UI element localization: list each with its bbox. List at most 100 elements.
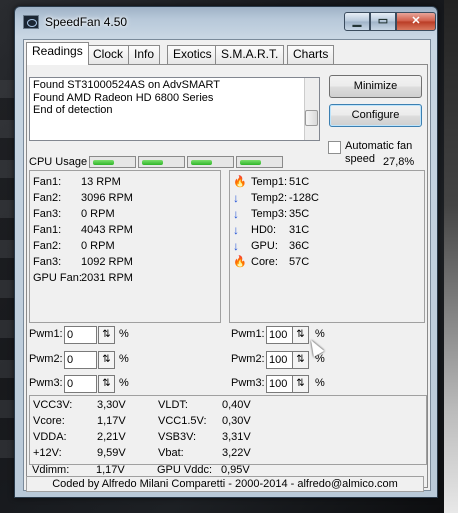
- fan-value: 0 RPM: [81, 208, 115, 220]
- fan-name: GPU Fan:: [33, 272, 82, 284]
- tab-info[interactable]: Info: [128, 45, 161, 64]
- voltage-name: VSB3V:: [158, 431, 197, 443]
- tab-charts[interactable]: Charts: [287, 45, 335, 64]
- readings-panel: Found ST31000524AS on AdvSMART Found AMD…: [26, 64, 428, 488]
- detection-log[interactable]: Found ST31000524AS on AdvSMART Found AMD…: [29, 77, 320, 141]
- configure-button[interactable]: Configure: [329, 104, 422, 127]
- temp-name: Temp2:: [251, 192, 288, 204]
- fan-row: Fan2: 0 RPM: [33, 239, 115, 253]
- tab-clock[interactable]: Clock: [87, 45, 130, 64]
- fan-value: 3096 RPM: [81, 192, 133, 204]
- tab-exotics[interactable]: Exotics: [167, 45, 218, 64]
- voltage-value: 9,59V: [97, 447, 126, 459]
- voltage-name: VLDT:: [158, 399, 188, 411]
- percent-sign: %: [119, 377, 129, 389]
- fan-row: Fan3: 1092 RPM: [33, 255, 133, 269]
- pwm1-left-spinner[interactable]: ⇅: [98, 326, 115, 344]
- pwm3-left-label: Pwm3:: [29, 377, 63, 389]
- temp-name: Temp1:: [251, 176, 288, 188]
- voltage-row: Vbat: 3,22V: [158, 446, 251, 460]
- temp-value: -128C: [289, 192, 319, 204]
- voltage-row: Vdimm: 1,17V: [32, 463, 125, 477]
- voltage-row: GPU Vddc: 0,95V: [157, 463, 250, 477]
- fan-row: Fan3: 0 RPM: [33, 207, 115, 221]
- cpu-core-bar: [187, 156, 234, 168]
- automatic-fan-speed-checkbox[interactable]: [328, 141, 341, 154]
- fan-row: GPU Fan: 2031 RPM: [33, 271, 133, 285]
- temp-row: ↓ HD0: 31C: [233, 223, 309, 237]
- arrow-down-icon: ↓: [233, 223, 239, 237]
- desktop-background-left: [0, 80, 14, 480]
- minimize-window-button[interactable]: ▁: [344, 12, 370, 31]
- pwm1-left-label: Pwm1:: [29, 328, 63, 340]
- maximize-window-button[interactable]: ▭: [370, 12, 396, 31]
- voltage-row: +12V: 9,59V: [33, 446, 126, 460]
- pwm2-left-input[interactable]: 0: [64, 351, 97, 369]
- pwm1-left-input[interactable]: 0: [64, 326, 97, 344]
- voltage-value: 0,95V: [221, 464, 250, 476]
- voltage-row: VSB3V: 3,31V: [158, 430, 251, 444]
- arrow-down-icon: ↓: [233, 207, 239, 221]
- voltage-name: VCC1.5V:: [158, 415, 207, 427]
- minimize-icon: ▁: [352, 15, 362, 27]
- temp-value: 57C: [289, 256, 310, 268]
- voltage-value: 3,30V: [97, 399, 126, 411]
- tab-smart[interactable]: S.M.A.R.T.: [215, 45, 285, 64]
- fan-speeds-group: Fan1: 13 RPM Fan2: 3096 RPM Fan3: 0 RPM Fan…: [29, 170, 221, 323]
- log-scrollbar[interactable]: [304, 78, 319, 140]
- voltage-row: VCC1.5V: 0,30V: [158, 414, 251, 428]
- cpu-core-bar-fill: [93, 160, 114, 165]
- temp-value: 35C: [289, 208, 310, 220]
- pwm2-right-spinner[interactable]: ⇅: [292, 351, 309, 369]
- close-window-button[interactable]: ✕: [396, 12, 436, 31]
- voltages-group: VCC3V: 3,30V Vcore: 1,17V VDDA: 2,21V +12V:…: [29, 395, 427, 465]
- cpu-core-bar: [89, 156, 136, 168]
- arrow-down-icon: ↓: [233, 239, 239, 253]
- voltage-name: GPU Vddc:: [157, 464, 213, 476]
- pwm3-right-spinner[interactable]: ⇅: [292, 375, 309, 393]
- pwm3-right-label: Pwm3:: [231, 377, 265, 389]
- voltage-row: VCC3V: 3,30V: [33, 398, 126, 412]
- fan-name: Fan1:: [33, 224, 62, 236]
- voltage-name: VDDA:: [33, 431, 67, 443]
- minimize-button[interactable]: Minimize: [329, 75, 422, 98]
- cpu-core-bar-fill: [191, 160, 212, 165]
- temp-name: GPU:: [251, 240, 278, 252]
- voltage-name: +12V:: [33, 447, 62, 459]
- speedfan-window: SpeedFan 4.50 ▁ ▭ ✕ Readings Clock Info …: [14, 6, 438, 498]
- voltage-value: 1,17V: [96, 464, 125, 476]
- voltage-name: Vcore:: [33, 415, 65, 427]
- fan-value: 2031 RPM: [81, 272, 133, 284]
- voltage-row: Vcore: 1,17V: [33, 414, 126, 428]
- credits-bar: Coded by Alfredo Milani Comparetti - 200…: [26, 476, 424, 492]
- temp-row: ↓ Temp3: 35C: [233, 207, 309, 221]
- temp-row: ↓ Temp2: -128C: [233, 191, 319, 205]
- fan-row: Fan2: 3096 RPM: [33, 191, 133, 205]
- pwm2-left-spinner[interactable]: ⇅: [98, 351, 115, 369]
- pwm3-left-spinner[interactable]: ⇅: [98, 375, 115, 393]
- pwm2-left-label: Pwm2:: [29, 353, 63, 365]
- log-line: Found ST31000524AS on AdvSMART: [33, 79, 220, 91]
- fan-value: 0 RPM: [81, 240, 115, 252]
- log-line: End of detection: [33, 104, 113, 116]
- voltage-name: Vdimm:: [32, 464, 70, 476]
- temp-row: ↓ GPU: 36C: [233, 239, 309, 253]
- fan-row: Fan1: 13 RPM: [33, 175, 121, 189]
- tab-strip: Readings Clock Info Exotics S.M.A.R.T. C…: [24, 42, 430, 65]
- tab-readings[interactable]: Readings: [26, 42, 89, 65]
- voltage-row: VDDA: 2,21V: [33, 430, 126, 444]
- temp-row: 🔥 Core: 57C: [233, 255, 309, 269]
- cpu-core-bar-fill: [142, 160, 163, 165]
- cpu-core-bar-fill: [240, 160, 261, 165]
- arrow-down-icon: ↓: [233, 191, 239, 205]
- cpu-core-bar: [138, 156, 185, 168]
- voltage-value: 0,30V: [222, 415, 251, 427]
- temperatures-group: 🔥 Temp1: 51C ↓ Temp2: -128C ↓ Temp3: 35C ↓ HD0:…: [229, 170, 425, 323]
- cpu-usage-label: CPU Usage: [29, 156, 88, 168]
- title-bar[interactable]: SpeedFan 4.50 ▁ ▭ ✕: [15, 7, 437, 37]
- log-scrollbar-thumb[interactable]: [305, 110, 318, 126]
- fan-value: 13 RPM: [81, 176, 121, 188]
- close-icon: ✕: [411, 15, 421, 27]
- pwm3-left-input[interactable]: 0: [64, 375, 97, 393]
- voltage-value: 2,21V: [97, 431, 126, 443]
